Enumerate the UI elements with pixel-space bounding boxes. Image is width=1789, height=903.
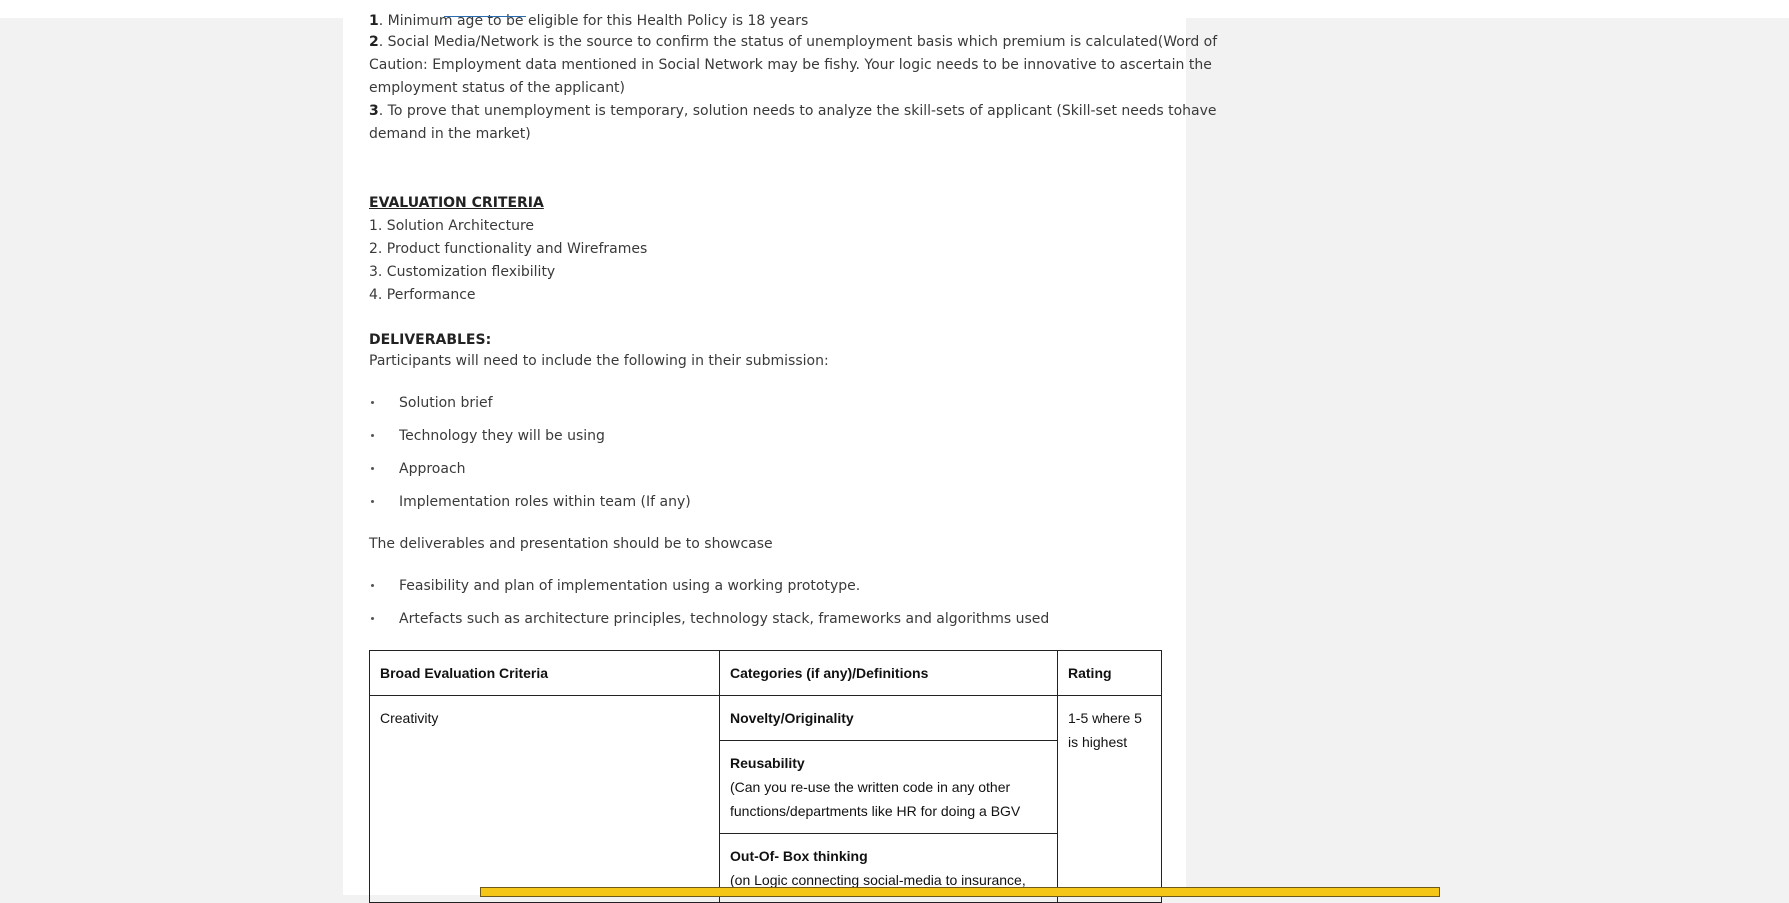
- table-row: Creativity Novelty/Originality 1-5 where…: [369, 695, 1162, 903]
- table-header-row: Broad Evaluation Criteria Categories (if…: [369, 650, 1162, 696]
- bullet-icon: [371, 584, 374, 587]
- intro-line-1: 1. Minimum age to be eligible for this H…: [369, 13, 809, 29]
- category-title: Reusability: [730, 755, 805, 771]
- link-underline: [444, 16, 526, 17]
- evaluation-item: 2. Product functionality and Wireframes: [369, 241, 648, 257]
- table-cell-category: Novelty/Originality: [719, 695, 1058, 741]
- intro-line-2-cont: Caution: Employment data mentioned in So…: [369, 57, 1212, 73]
- notification-bar[interactable]: [480, 887, 1440, 897]
- table-header-cell: Rating: [1057, 650, 1162, 696]
- table-header-cell: Broad Evaluation Criteria: [369, 650, 720, 696]
- evaluation-table: Broad Evaluation Criteria Categories (if…: [369, 650, 1162, 903]
- intro-line-2: 2. Social Media/Network is the source to…: [369, 34, 1218, 50]
- evaluation-item: 4. Performance: [369, 287, 476, 303]
- table-cell-criteria: Creativity: [369, 695, 720, 903]
- bullet-icon: [371, 467, 374, 470]
- table-cell-category: Reusability (Can you re-use the written …: [719, 740, 1058, 834]
- category-title: Out-Of- Box thinking: [730, 848, 868, 864]
- bullet-icon: [371, 401, 374, 404]
- intro-line-3-cont: demand in the market): [369, 126, 531, 142]
- deliverables-heading: DELIVERABLES:: [369, 332, 492, 348]
- table-cell-rating: 1-5 where 5 is highest: [1057, 695, 1162, 903]
- showcase-text: The deliverables and presentation should…: [369, 536, 773, 552]
- category-description: (Can you re-use the written code in any …: [730, 779, 1021, 819]
- bullet-icon: [371, 434, 374, 437]
- deliverables-intro: Participants will need to include the fo…: [369, 353, 829, 369]
- category-title: Novelty/Originality: [730, 710, 854, 726]
- bullet-icon: [371, 500, 374, 503]
- intro-line-2-end: employment status of the applicant): [369, 80, 626, 96]
- bullet-icon: [371, 617, 374, 620]
- evaluation-item: 1. Solution Architecture: [369, 218, 534, 234]
- evaluation-heading: EVALUATION CRITERIA: [369, 195, 544, 211]
- intro-line-3: 3. To prove that unemployment is tempora…: [369, 103, 1217, 119]
- evaluation-item: 3. Customization flexibility: [369, 264, 556, 280]
- table-header-cell: Categories (if any)/Definitions: [719, 650, 1058, 696]
